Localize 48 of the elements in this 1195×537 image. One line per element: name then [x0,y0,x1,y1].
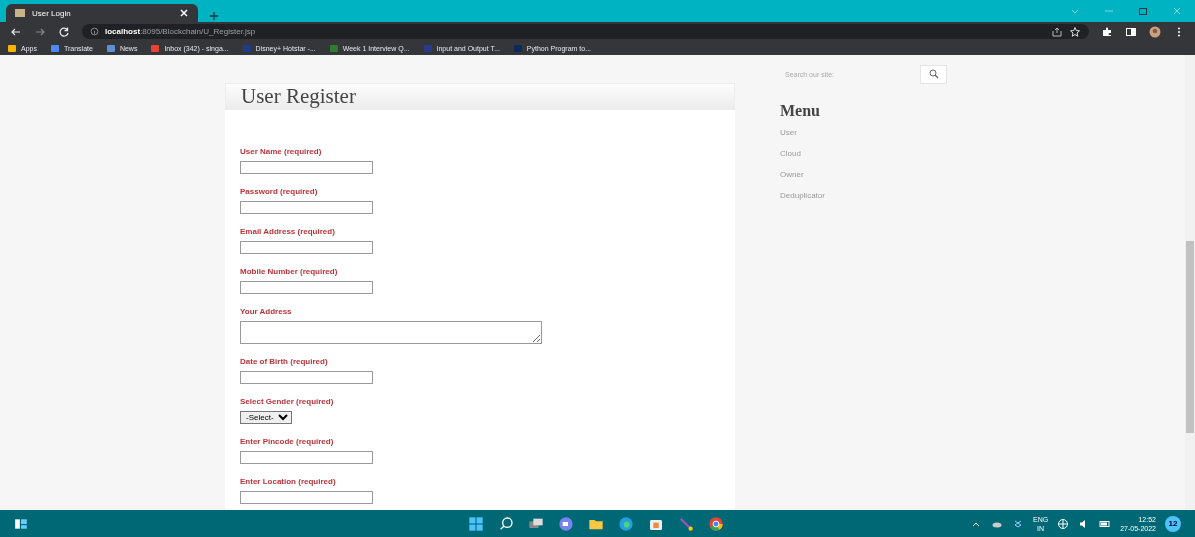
search-button[interactable] [920,64,947,84]
field-label: Email Address (required) [240,227,336,236]
reload-icon[interactable] [58,25,70,38]
input-field[interactable] [240,451,373,464]
field-label: Enter Location (required) [240,477,337,486]
page-icon[interactable] [14,7,26,19]
info-icon[interactable] [90,27,99,36]
field-label: Select Gender (required) [240,397,335,406]
address-bar[interactable]: localhost:8095/Blockchain/U_Register.jsp [82,24,1089,39]
field-label: Enter Pincode (required) [240,437,335,446]
scrollbar-thumb[interactable] [1186,241,1194,433]
restore-icon[interactable] [1137,5,1149,17]
side-panel-icon[interactable] [1125,25,1137,38]
browser-tab[interactable]: User Login [6,4,198,22]
tab-title: User Login [32,8,72,18]
wand-icon[interactable] [678,515,694,532]
widgets-icon[interactable] [14,516,28,531]
close-icon[interactable] [178,7,190,19]
input-field[interactable] [240,241,373,254]
field-label: Password (required) [240,187,319,196]
input-field[interactable] [240,161,373,174]
video-call-icon[interactable] [558,515,574,532]
search-icon[interactable] [927,68,940,80]
star-icon[interactable] [1069,25,1081,38]
input-field[interactable] [240,281,373,294]
search-icon[interactable] [498,515,514,532]
globe-icon[interactable] [1057,517,1070,530]
gender-select[interactable]: -Select- [240,411,292,424]
browser-icon[interactable] [618,515,634,532]
chrome-icon[interactable] [708,515,724,532]
field-label: User Name (required) [240,147,323,156]
page-heading: User Register [241,84,356,109]
scrollbar[interactable] [1185,55,1195,510]
menu-heading: Menu [780,102,821,120]
field-label: Mobile Number (required) [240,267,339,276]
field-label: Your Address [240,307,293,316]
start-icon[interactable] [468,515,484,532]
puzzle-icon[interactable] [1101,25,1113,38]
input-field[interactable] [240,201,373,214]
input-field[interactable] [240,491,373,504]
plus-icon[interactable] [208,10,220,22]
field-label: Date of Birth (required) [240,357,329,366]
input-field[interactable] [240,371,373,384]
url-text: localhost:8095/Blockchain/U_Register.jsp [105,27,256,36]
address-field[interactable] [240,321,542,344]
share-icon[interactable] [1051,25,1063,38]
notification-badge[interactable]: 12 [1165,515,1181,532]
avatar-icon[interactable] [1149,25,1161,38]
